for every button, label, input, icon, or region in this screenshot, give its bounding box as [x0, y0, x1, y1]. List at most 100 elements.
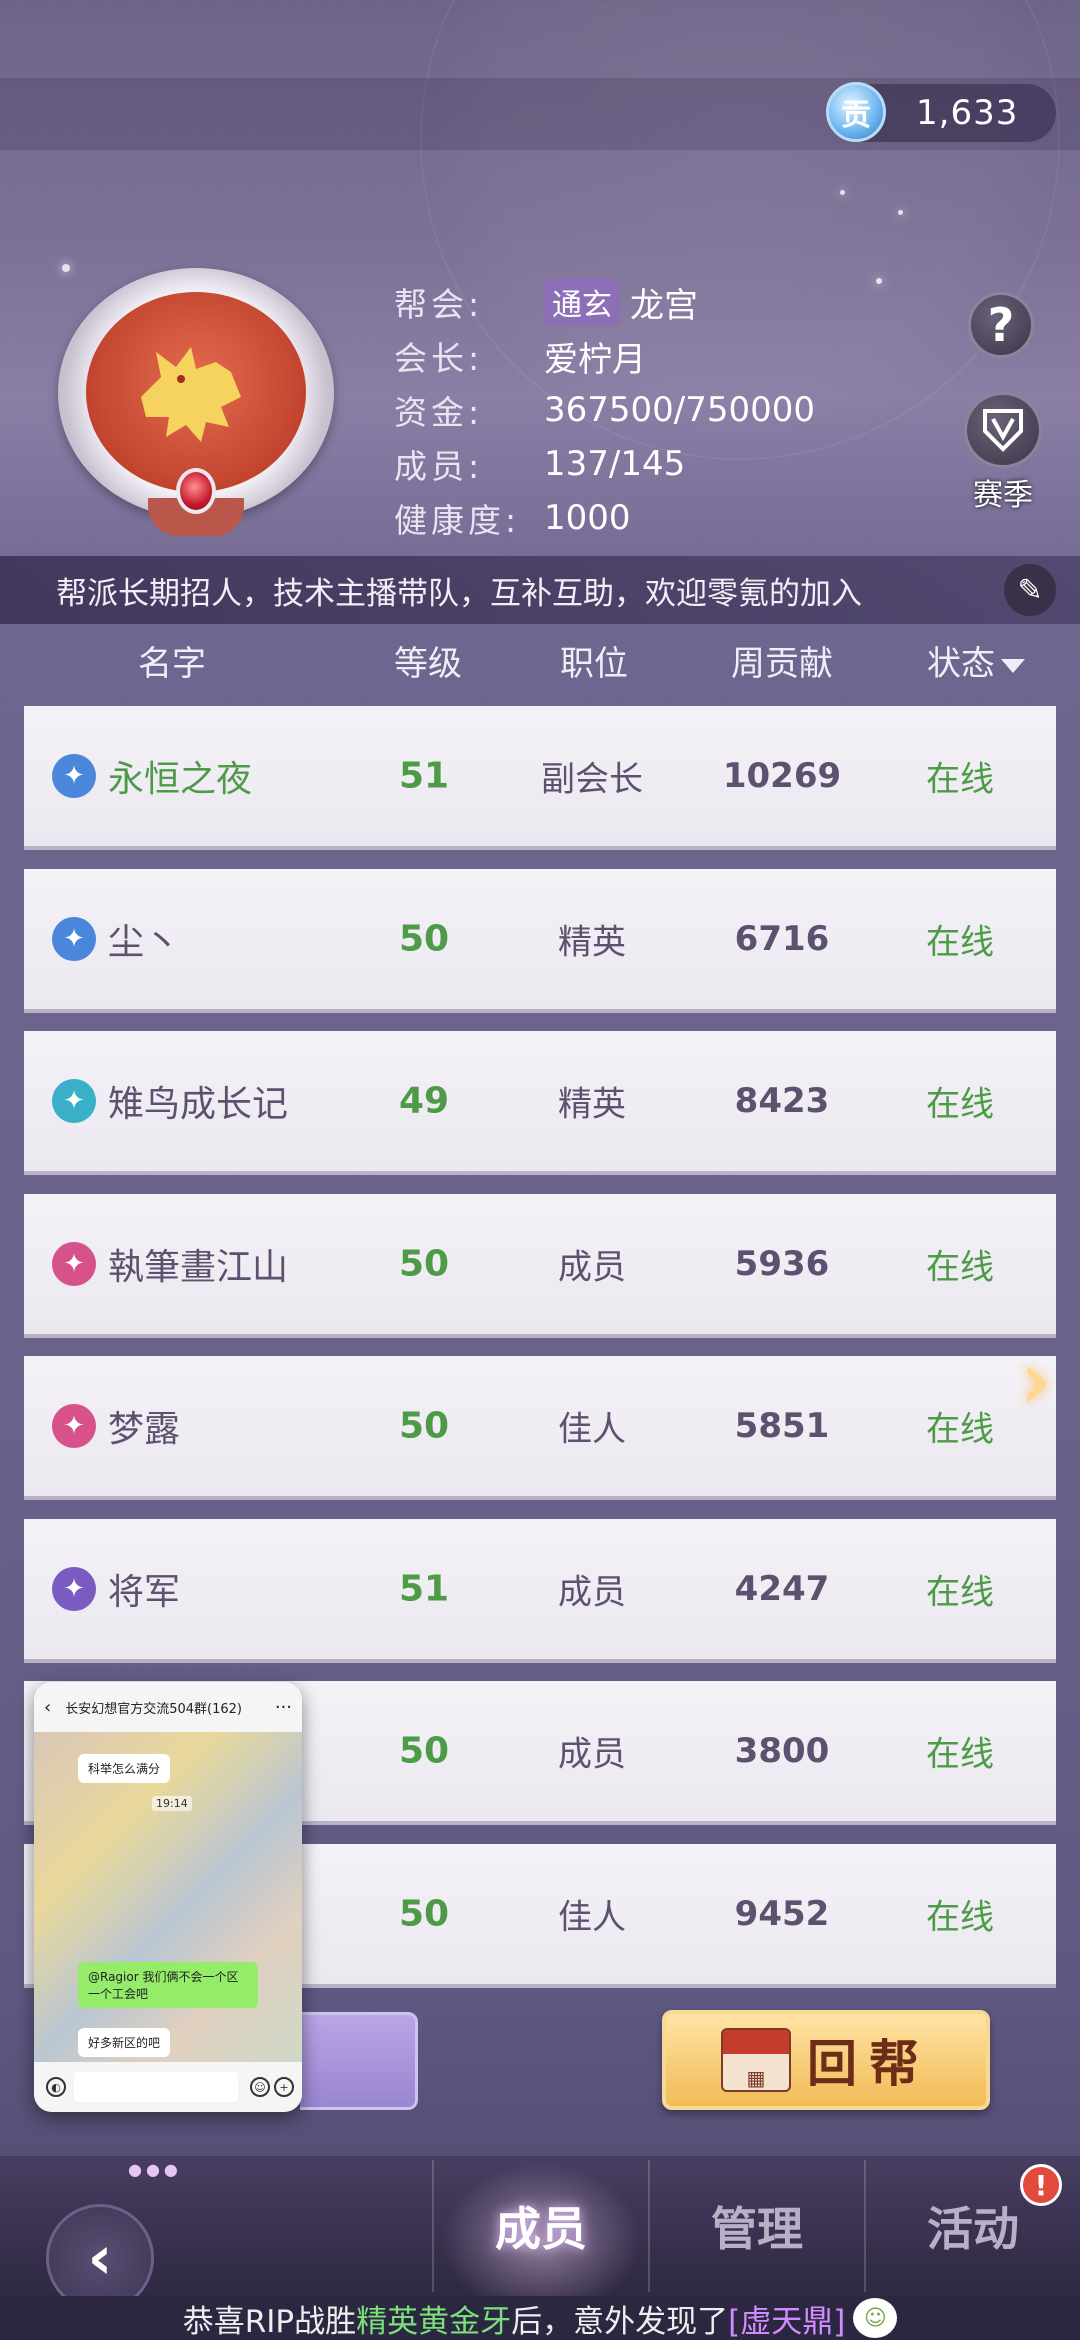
member-name: 梦露 — [108, 1409, 181, 1450]
guild-members: 137/145 — [544, 444, 686, 484]
more-icon[interactable]: ··· — [275, 1697, 292, 1718]
emblem-gem — [176, 468, 216, 514]
left-action-button[interactable] — [300, 2012, 418, 2110]
chat-input-bar: ◐ ☺ + — [34, 2062, 302, 2112]
chat-input[interactable] — [74, 2072, 238, 2102]
chevron-left-icon[interactable]: ‹ — [44, 1697, 51, 1718]
guild-health-row: 健康度: 1000 — [394, 494, 631, 542]
contribution-coin-icon: 贡 — [826, 82, 886, 142]
members-label: 成员: — [394, 447, 484, 486]
member-level: 50 — [398, 1243, 450, 1284]
member-role: 精英 — [558, 922, 626, 962]
header-contribution[interactable]: 周贡献 — [731, 636, 833, 685]
member-name: 尘丶 — [108, 921, 181, 963]
tab-manage[interactable]: 管理 — [650, 2156, 864, 2296]
emoji-icon[interactable]: ☺ — [250, 2077, 270, 2097]
chat-message: 好多新区的吧 — [78, 2028, 171, 2057]
chat-message: @Ragior 我们俩不会一个区 一个工会吧 — [78, 1962, 258, 2008]
member-row[interactable]: ✦ 梦露 50 佳人 5851 在线 — [24, 1356, 1056, 1500]
member-contribution: 3800 — [734, 1731, 830, 1771]
chat-header: ‹ 长安幻想官方交流504群(162) ··· — [34, 1682, 302, 1732]
member-status: 在线 — [926, 1084, 994, 1125]
class-icon: ✦ — [52, 1566, 96, 1611]
header-level[interactable]: 等级 — [394, 636, 462, 685]
guild-leader: 爱柠月 — [544, 339, 646, 380]
funds-label: 资金: — [394, 393, 484, 432]
contribution-currency[interactable]: 贡 1,633 — [826, 82, 1056, 142]
member-name: 永恒之夜 — [108, 759, 253, 800]
member-status: 在线 — [926, 922, 994, 962]
currency-value: 1,633 — [916, 93, 1019, 133]
season-label: 赛季 — [973, 478, 1033, 513]
class-icon: ✦ — [52, 754, 96, 798]
guild-tag: 通玄 — [544, 278, 620, 326]
ticker-prefix: 恭喜RIP战胜 — [182, 2303, 357, 2340]
member-contribution: 5936 — [734, 1243, 830, 1284]
header-status: 状态 — [927, 644, 995, 684]
floating-chat-window[interactable]: ‹ 长安幻想官方交流504群(162) ··· 科举怎么满分 19:14 @Ra… — [34, 1682, 302, 2112]
header-role[interactable]: 职位 — [560, 636, 628, 685]
member-level: 51 — [398, 755, 450, 797]
member-row[interactable]: ✦ 将军 51 成员 4247 在线 — [24, 1518, 1056, 1663]
guild-announcement: 帮派长期招人，技术主播带队，互补互助，欢迎零氪的加入 — [0, 556, 1080, 624]
member-contribution: 5851 — [734, 1406, 830, 1446]
announcement-text: 帮派长期招人，技术主播带队，互补互助，欢迎零氪的加入 — [56, 575, 862, 612]
member-row[interactable]: ✦ 永恒之夜 51 副会长 10269 在线 — [24, 706, 1056, 850]
return-to-guild-button[interactable]: ▦ 回帮 — [662, 2010, 990, 2110]
guild-leader-row: 会长: 爱柠月 — [394, 332, 646, 380]
member-row[interactable]: ✦ 雉鸟成长记 49 精英 8423 在线 — [24, 1031, 1056, 1175]
guild-members-row: 成员: 137/145 — [394, 440, 685, 488]
class-icon: ✦ — [52, 1241, 96, 1286]
member-status: 在线 — [926, 1734, 994, 1775]
member-name: 執筆畫江山 — [108, 1246, 289, 1288]
plus-icon[interactable]: + — [274, 2077, 294, 2097]
guild-health: 1000 — [544, 498, 631, 538]
member-role: 成员 — [558, 1572, 626, 1612]
star-decoration — [876, 278, 882, 284]
member-contribution: 8423 — [734, 1081, 830, 1121]
brush-icon: ✎ — [1017, 572, 1043, 608]
edit-announcement-button[interactable]: ✎ — [1004, 564, 1056, 616]
header-name: 名字 — [138, 644, 206, 684]
member-role: 副会长 — [541, 759, 643, 800]
season-button[interactable]: 赛季 — [958, 392, 1048, 513]
leader-label: 会长: — [394, 339, 484, 378]
chat-message: 科举怎么满分 — [78, 1754, 171, 1783]
notification-badge: ! — [1020, 2164, 1062, 2206]
member-contribution: 6716 — [734, 918, 830, 959]
member-role: 成员 — [558, 1734, 626, 1775]
help-button[interactable]: ? — [968, 292, 1034, 358]
class-icon: ✦ — [52, 1404, 96, 1448]
chat-title: 长安幻想官方交流504群(162) — [65, 1701, 242, 1717]
member-level: 49 — [398, 1080, 450, 1122]
member-status: 在线 — [926, 1247, 994, 1287]
tab-members[interactable]: 成员 — [434, 2156, 648, 2296]
mascot-icon: ☺ — [853, 2298, 898, 2338]
system-ticker: 恭喜RIP战胜 精英黄金牙 后，意外发现了 [虚天鼎] ☺ — [0, 2296, 1080, 2340]
member-status: 在线 — [926, 1572, 994, 1612]
class-icon: ✦ — [52, 1079, 96, 1123]
guild-label: 帮会: — [394, 285, 484, 324]
member-table-header: 名字 等级 职位 周贡献 状态 — [0, 636, 1080, 692]
member-level: 51 — [398, 1568, 450, 1609]
member-role: 佳人 — [558, 1897, 626, 1937]
member-role: 精英 — [558, 1084, 626, 1125]
back-arrow-icon: ‹ — [87, 2223, 113, 2293]
member-contribution: 10269 — [722, 756, 842, 796]
member-level: 50 — [398, 1730, 450, 1772]
member-status: 在线 — [926, 1897, 994, 1937]
header-status-filter[interactable]: 状态 — [927, 636, 1025, 685]
voice-icon[interactable]: ◐ — [46, 2077, 66, 2097]
member-status: 在线 — [926, 1409, 994, 1450]
guild-name-row: 帮会: 通玄 龙宫 — [394, 278, 698, 326]
return-label: 回帮 — [807, 2035, 931, 2093]
ticker-item[interactable]: [虚天鼎] — [728, 2296, 845, 2340]
guild-funds-row: 资金: 367500/750000 — [394, 386, 815, 434]
member-row[interactable]: ✦ 執筆畫江山 50 成员 5936 在线 — [24, 1193, 1056, 1338]
star-decoration — [840, 190, 845, 195]
member-level: 50 — [398, 918, 450, 959]
guild-hall-icon: ▦ — [721, 2028, 791, 2092]
next-page-arrow[interactable]: › — [1020, 1341, 1076, 1421]
class-icon: ✦ — [52, 916, 96, 961]
member-row[interactable]: ✦ 尘丶 50 精英 6716 在线 — [24, 868, 1056, 1013]
